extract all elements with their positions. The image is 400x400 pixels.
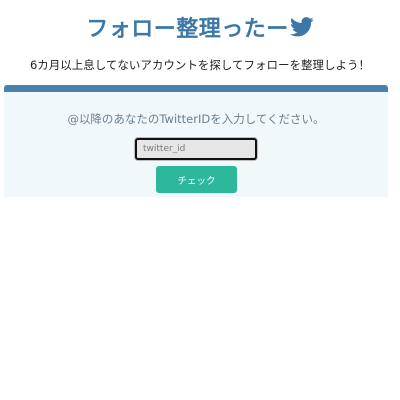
check-panel: @以降のあなたのTwitterIDを入力してください。 チェック xyxy=(4,85,388,197)
twitter-id-field-wrap xyxy=(135,136,257,160)
twitter-bird-icon xyxy=(289,16,314,38)
page: フォロー整理ったー 6カ月以上息してないアカウントを探してフォローを整理しよう！… xyxy=(0,0,400,400)
subtitle: 6カ月以上息してないアカウントを探してフォローを整理しよう！ xyxy=(29,58,371,72)
instruction-text: @以降のあなたのTwitterIDを入力してください。 xyxy=(67,112,325,126)
page-title: フォロー整理ったー xyxy=(86,17,289,42)
header: フォロー整理ったー xyxy=(0,11,400,43)
twitter-id-input[interactable] xyxy=(135,138,257,160)
check-button[interactable]: チェック xyxy=(156,166,237,193)
